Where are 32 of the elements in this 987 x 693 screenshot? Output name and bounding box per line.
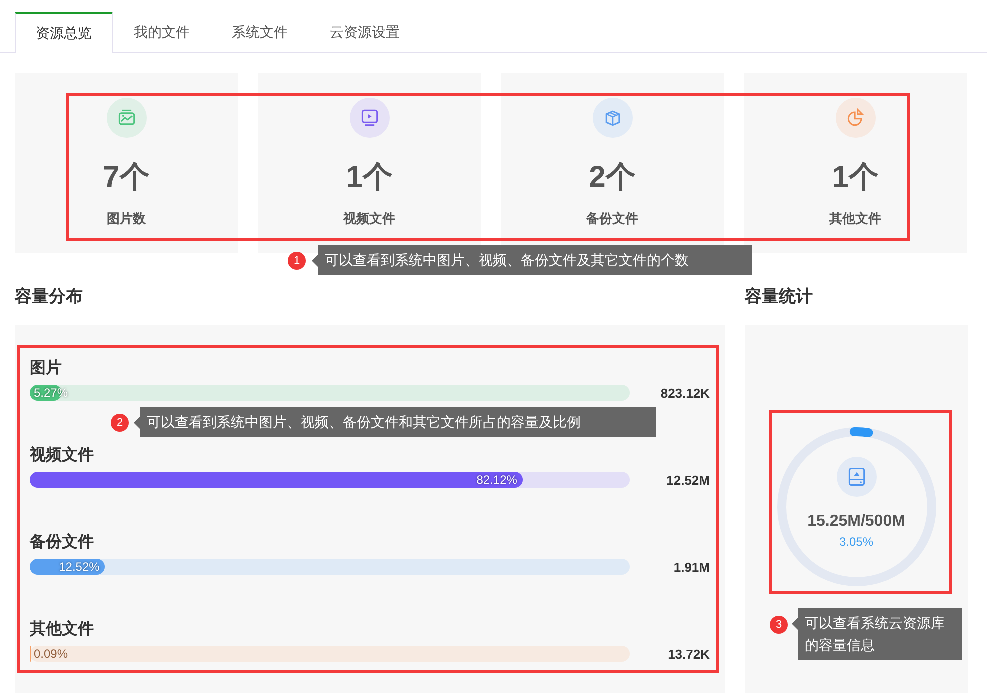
section-title: 容量分布 xyxy=(15,286,84,308)
category-label: 其他文件 xyxy=(30,619,94,640)
stat-label: 其他文件 xyxy=(830,210,882,228)
size-value: 12.52M xyxy=(666,472,710,488)
percent-label: 0.09% xyxy=(34,646,68,662)
category-label: 图片 xyxy=(30,358,62,379)
file-count: 7个 xyxy=(103,160,150,196)
percent-label: 82.12% xyxy=(476,472,518,488)
callout-note: 可以查看系统云资源库的容量信息 xyxy=(792,608,962,660)
usage-value: 15.25M/500M xyxy=(808,512,906,530)
category-label: 视频文件 xyxy=(30,445,94,466)
percent-label: 12.52% xyxy=(59,559,100,575)
stat-label: 图片数 xyxy=(107,210,146,228)
size-value: 13.72K xyxy=(668,646,710,662)
size-value: 1.91M xyxy=(674,560,710,574)
size-value: 823.12K xyxy=(660,386,710,400)
stat-label: 备份文件 xyxy=(586,210,638,228)
category-label: 备份文件 xyxy=(30,532,94,553)
file-count: 1个 xyxy=(346,160,393,196)
tab[interactable]: 系统文件 xyxy=(211,12,309,52)
stat-label: 视频文件 xyxy=(344,210,396,228)
step-number: 1 xyxy=(288,252,306,270)
usage-percent: 3.05% xyxy=(839,534,874,548)
file-count: 2个 xyxy=(589,160,636,196)
section-title: 容量统计 xyxy=(745,286,814,308)
tab[interactable]: 资源总览 xyxy=(15,12,113,53)
drive-icon xyxy=(836,456,876,496)
tab[interactable]: 云资源设置 xyxy=(309,12,421,52)
tab[interactable]: 我的文件 xyxy=(113,12,211,52)
callout-note: 可以查看到系统中图片、视频、备份文件和其它文件所占的容量及比例 xyxy=(134,407,656,437)
file-count: 1个 xyxy=(832,160,879,196)
callout-note: 可以查看到系统中图片、视频、备份文件及其它文件的个数 xyxy=(312,245,752,275)
